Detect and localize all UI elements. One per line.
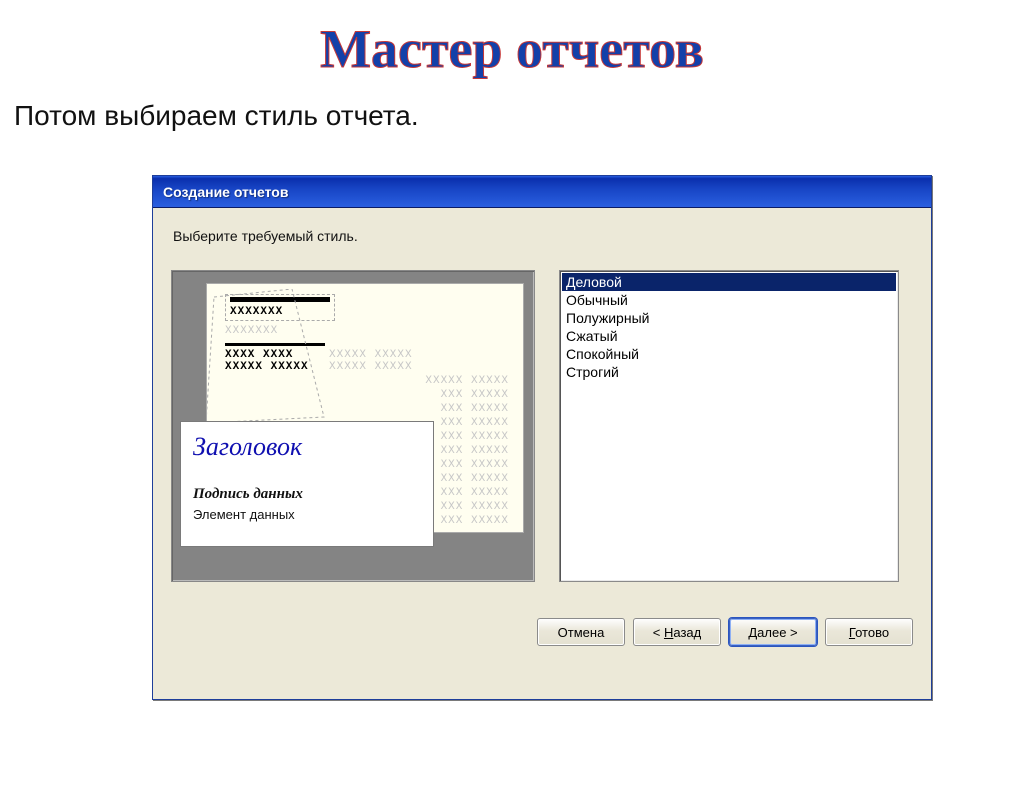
wizard-prompt: Выберите требуемый стиль. [173,228,913,244]
preview-placeholder: XXXXX XXXXX [329,361,509,373]
finish-button[interactable]: Готово [825,618,913,646]
back-prefix: < [653,625,664,640]
titlebar-text: Создание отчетов [163,184,288,200]
preview-placeholder: XXXXXXX [225,325,509,337]
style-option[interactable]: Сжатый [562,327,896,345]
slide-caption: Потом выбираем стиль отчета. [14,100,1024,132]
style-option[interactable]: Деловой [562,273,896,291]
back-accel: Н [664,625,673,640]
style-list[interactable]: ДеловойОбычныйПолужирныйСжатыйСпокойныйС… [559,270,899,582]
preview-title-sample: Заголовок [193,432,421,462]
next-accel: Д [748,625,757,640]
style-option[interactable]: Обычный [562,291,896,309]
next-button[interactable]: Далее > [729,618,817,646]
wizard-dialog: Создание отчетов Выберите требуемый стил… [152,175,932,700]
titlebar[interactable]: Создание отчетов [153,176,931,208]
preview-placeholder: XXX XXXXX [225,403,509,415]
preview-placeholder: XXXXX XXXXX [225,375,509,387]
style-option[interactable]: Полужирный [562,309,896,327]
preview-placeholder: XXX XXXXX [225,389,509,401]
preview-label-sample: Подпись данных [193,486,421,503]
preview-zoom-card: Заголовок Подпись данных Элемент данных [180,421,434,547]
style-option[interactable]: Строгий [562,363,896,381]
preview-element-sample: Элемент данных [193,507,421,522]
preview-placeholder: XXXXX XXXXX [225,361,321,373]
back-suffix: азад [673,625,701,640]
wizard-button-row: Отмена < Назад Далее > Готово [171,618,913,646]
style-preview: XXXXXXX XXXXXXX XXXX XXXXXXXXX XXXXX XXX… [171,270,535,582]
preview-placeholder: XXXX XXXX [225,349,321,361]
cancel-button[interactable]: Отмена [537,618,625,646]
dialog-content: Выберите требуемый стиль. XXXXXXX XXXXXX… [153,208,931,699]
next-suffix: алее > [757,625,797,640]
preview-placeholder: XXXXXXX [230,306,330,318]
style-option[interactable]: Спокойный [562,345,896,363]
slide-title: Мастер отчетов [0,18,1024,80]
preview-placeholder: XXXXX XXXXX [329,349,509,361]
back-button[interactable]: < Назад [633,618,721,646]
finish-suffix: отово [855,625,889,640]
